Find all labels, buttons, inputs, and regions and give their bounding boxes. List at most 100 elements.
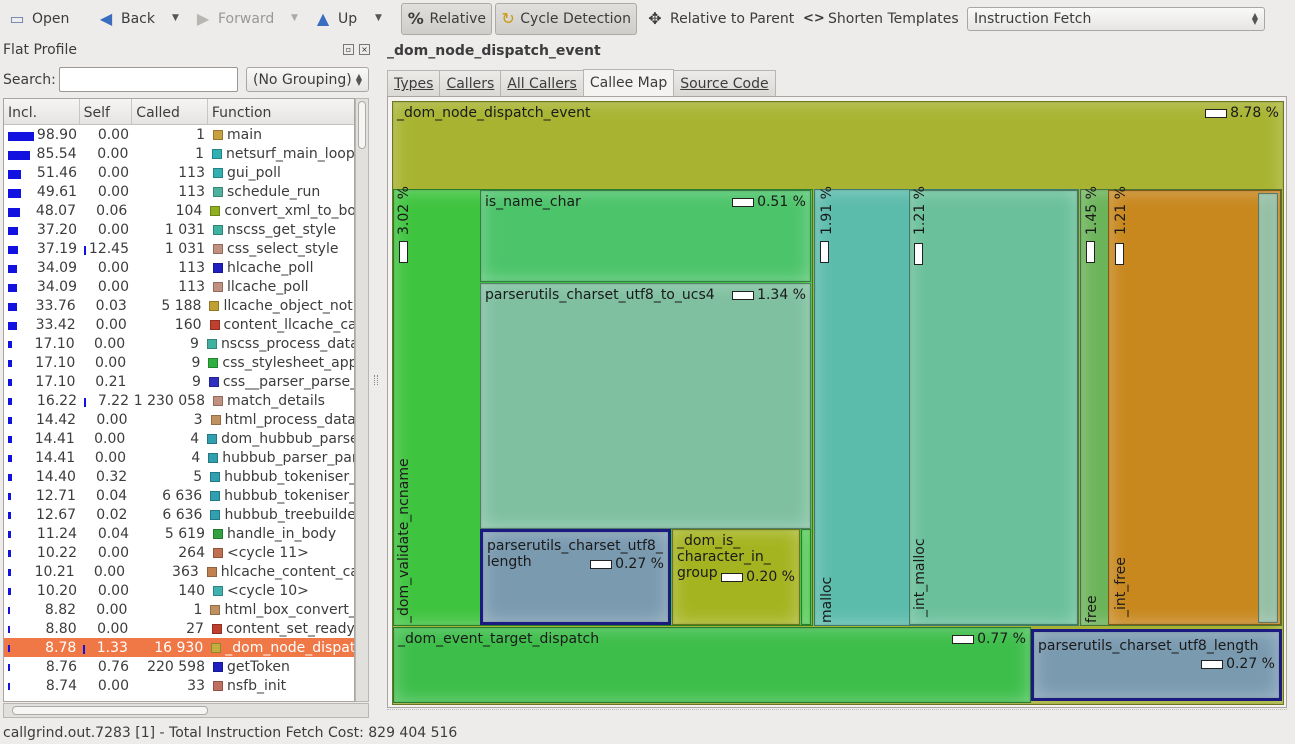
- called-cell: 140: [178, 582, 205, 599]
- list-item[interactable]: 8.82 0.00 1 html_box_convert_: [4, 600, 354, 619]
- forward-button[interactable]: ▶ Forward: [188, 3, 279, 35]
- list-item[interactable]: 17.10 0.21 9 css__parser_parse_: [4, 372, 354, 391]
- map-int-malloc[interactable]: [909, 190, 1078, 625]
- list-item[interactable]: 98.90 0.00 1 main: [4, 125, 354, 144]
- validate-pct: 3.02 %: [396, 186, 412, 235]
- self-cell: 0.00: [97, 278, 129, 295]
- list-item[interactable]: 12.71 0.04 6 636 hubbub_tokeniser_: [4, 486, 354, 505]
- callee-map[interactable]: _dom_node_dispatch_event 8.78 % _dom_val…: [387, 96, 1287, 708]
- list-item[interactable]: 34.09 0.00 113 hlcache_poll: [4, 258, 354, 277]
- map-dom-event-target-dispatch[interactable]: _dom_event_target_dispatch 0.77 %: [393, 627, 1031, 703]
- function-cell: <cycle 10>: [209, 583, 309, 599]
- list-item[interactable]: 10.20 0.00 140 <cycle 10>: [4, 581, 354, 600]
- list-item[interactable]: 8.80 0.00 27 content_set_ready: [4, 619, 354, 638]
- map-is-name-char[interactable]: is_name_char 0.51 %: [480, 190, 811, 282]
- list-item[interactable]: 8.74 0.00 33 nsfb_init: [4, 676, 354, 695]
- function-cell: schedule_run: [209, 184, 320, 200]
- map-utf8-to-ucs4[interactable]: parserutils_charset_utf8_to_ucs4 1.34 %: [480, 283, 811, 529]
- incl-bar: [8, 245, 18, 254]
- list-item[interactable]: 16.22 7.22 1 230 058 match_details: [4, 391, 354, 410]
- map-utf8-length-2[interactable]: parserutils_charset_utf8_length 0.27 %: [1031, 629, 1282, 701]
- incl-cell: 8.82: [4, 602, 79, 618]
- list-item[interactable]: 8.78 1.33 16 930 _dom_node_dispat: [4, 638, 354, 657]
- shorten-templates-button[interactable]: <> Shorten Templates: [798, 3, 964, 35]
- tab-source-code[interactable]: Source Code: [673, 70, 776, 97]
- list-item[interactable]: 17.10 0.00 9 nscss_process_data: [4, 334, 354, 353]
- back-menu-arrow[interactable]: ▼: [172, 13, 179, 23]
- map-utf8-length-1[interactable]: parserutils_charset_utf8_ length 0.27 %: [480, 529, 671, 625]
- incl-bar: [8, 587, 11, 595]
- forward-menu-arrow[interactable]: ▼: [291, 13, 298, 23]
- cost-bar-icon: [1205, 108, 1228, 118]
- list-item[interactable]: 49.61 0.00 113 schedule_run: [4, 182, 354, 201]
- cycle-detection-toggle[interactable]: ↻ Cycle Detection: [495, 3, 637, 35]
- list-item[interactable]: 34.09 0.00 113 llcache_poll: [4, 277, 354, 296]
- close-icon[interactable]: ×: [359, 44, 370, 55]
- map-int-free[interactable]: [1108, 190, 1281, 625]
- up-menu-arrow[interactable]: ▼: [375, 13, 382, 23]
- self-cell: 0.00: [94, 335, 126, 352]
- column-self[interactable]: Self: [80, 99, 133, 124]
- map-int-free-child[interactable]: [1258, 193, 1278, 623]
- called-cell: 1 230 058: [133, 392, 205, 409]
- list-item[interactable]: 14.41 0.00 4 hubbub_parser_par: [4, 448, 354, 467]
- list-item[interactable]: 11.24 0.04 5 619 handle_in_body: [4, 524, 354, 543]
- horizontal-scrollbar[interactable]: [3, 703, 369, 718]
- list-item[interactable]: 33.76 0.03 5 188 llcache_object_noti: [4, 296, 354, 315]
- map-is-character-in-group[interactable]: _dom_is_ character_in_ group 0.20 %: [672, 529, 800, 625]
- tab-all-callers[interactable]: All Callers: [500, 70, 584, 97]
- cost-color-icon: [213, 186, 223, 197]
- called-cell: 1: [196, 126, 205, 143]
- function-cell: hubbub_tokeniser_: [206, 469, 354, 485]
- incl-bar: [8, 359, 13, 367]
- list-item[interactable]: 51.46 0.00 113 gui_poll: [4, 163, 354, 182]
- scroll-thumb[interactable]: [358, 101, 366, 149]
- percent-icon: %: [407, 9, 424, 28]
- incl-cell: 34.09: [4, 260, 80, 276]
- grouping-select[interactable]: (No Grouping) ▲ ▼: [246, 67, 369, 92]
- list-item[interactable]: 10.22 0.00 264 <cycle 11>: [4, 543, 354, 562]
- flat-profile-list[interactable]: Incl. Self Called Function 98.90 0.00 1 mai…: [3, 98, 355, 702]
- list-item[interactable]: 17.10 0.00 9 css_stylesheet_app: [4, 353, 354, 372]
- tab-callers[interactable]: Callers: [439, 70, 502, 97]
- tab-types[interactable]: Types: [387, 70, 441, 97]
- map-small-block[interactable]: [801, 529, 811, 625]
- relative-to-parent-button[interactable]: ✥ Relative to Parent: [640, 3, 799, 35]
- list-item[interactable]: 14.40 0.32 5 hubbub_tokeniser_: [4, 467, 354, 486]
- bottom-splitter[interactable]: [387, 709, 1287, 719]
- list-item[interactable]: 48.07 0.06 104 convert_xml_to_bo: [4, 201, 354, 220]
- called-cell: 27: [186, 620, 204, 637]
- column-incl[interactable]: Incl.: [4, 99, 80, 124]
- list-item[interactable]: 14.42 0.00 3 html_process_data: [4, 410, 354, 429]
- incl-cell: 8.78: [4, 640, 79, 656]
- relative-toggle[interactable]: % Relative: [401, 3, 492, 35]
- list-item[interactable]: 85.54 0.00 1 netsurf_main_loop: [4, 144, 354, 163]
- cost-bar-icon: [399, 241, 408, 263]
- up-button[interactable]: ▲ Up: [308, 3, 362, 35]
- list-item[interactable]: 10.21 0.00 363 hlcache_content_ca: [4, 562, 354, 581]
- arrow-right-icon: ▶: [196, 9, 210, 28]
- event-type-select[interactable]: Instruction Fetch ▲ ▼: [967, 7, 1265, 31]
- column-function[interactable]: Function: [208, 99, 354, 124]
- splitter-handle[interactable]: [374, 375, 378, 385]
- self-bar: [84, 245, 86, 255]
- incl-bar: [8, 416, 12, 424]
- search-label: Search:: [3, 72, 56, 88]
- tab-callee-map[interactable]: Callee Map: [582, 69, 675, 97]
- list-item[interactable]: 8.76 0.76 220 598 getToken: [4, 657, 354, 676]
- updown-arrow-icon: ▲ ▼: [355, 71, 362, 87]
- column-called[interactable]: Called: [132, 99, 208, 124]
- search-input[interactable]: [59, 67, 238, 92]
- back-button[interactable]: ◀ Back: [91, 3, 160, 35]
- list-item[interactable]: 12.67 0.02 6 636 hubbub_treebuilde: [4, 505, 354, 524]
- vertical-scrollbar[interactable]: [355, 98, 369, 702]
- incl-cell: 17.10: [4, 374, 78, 390]
- hscroll-thumb[interactable]: [12, 706, 208, 715]
- float-icon[interactable]: ▫: [343, 44, 354, 55]
- list-item[interactable]: 37.19 12.45 1 031 css_select_style: [4, 239, 354, 258]
- list-item[interactable]: 33.42 0.00 160 content_llcache_ca: [4, 315, 354, 334]
- list-item[interactable]: 37.20 0.00 1 031 nscss_get_style: [4, 220, 354, 239]
- open-button[interactable]: ▭ Open: [2, 3, 74, 35]
- list-item[interactable]: 14.41 0.00 4 dom_hubbub_parse: [4, 429, 354, 448]
- free-label: free: [1084, 595, 1100, 623]
